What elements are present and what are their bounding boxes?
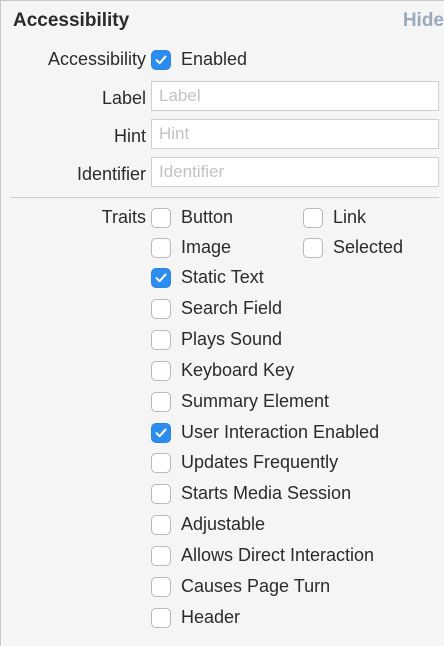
checkmark-icon <box>155 273 167 283</box>
trait-checkbox-link[interactable] <box>303 208 323 228</box>
trait-checkbox-button[interactable] <box>151 208 171 228</box>
hint-input[interactable] <box>151 119 439 149</box>
hint-field-label: Hint <box>113 126 146 146</box>
trait-checkbox-allows-direct-interaction[interactable] <box>151 546 171 566</box>
trait-label-starts-media-session: Starts Media Session <box>181 483 352 503</box>
checkmark-icon <box>155 428 167 438</box>
checkmark-icon <box>155 55 167 65</box>
accessibility-enabled-checkbox[interactable] <box>151 50 171 70</box>
traits-label: Traits <box>101 207 146 227</box>
trait-label-allows-direct-interaction: Allows Direct Interaction <box>181 545 375 565</box>
trait-checkbox-keyboard-key[interactable] <box>151 361 171 381</box>
identifier-field-label: Identifier <box>76 164 146 184</box>
accessibility-inspector-panel: Accessibility Hide Accessibility Enabled… <box>0 0 444 646</box>
trait-checkbox-search-field[interactable] <box>151 299 171 319</box>
trait-checkbox-summary-element[interactable] <box>151 392 171 412</box>
trait-label-adjustable: Adjustable <box>181 514 266 534</box>
trait-checkbox-plays-sound[interactable] <box>151 330 171 350</box>
trait-label-selected: Selected <box>333 237 404 257</box>
trait-checkbox-adjustable[interactable] <box>151 515 171 535</box>
trait-label-user-interaction-enabled: User Interaction Enabled <box>181 422 380 442</box>
trait-label-button: Button <box>181 207 234 227</box>
trait-label-search-field: Search Field <box>181 298 283 318</box>
trait-checkbox-causes-page-turn[interactable] <box>151 577 171 597</box>
section-title: Accessibility <box>13 10 130 31</box>
trait-checkbox-static-text[interactable] <box>151 268 171 288</box>
trait-label-keyboard-key: Keyboard Key <box>181 360 295 380</box>
trait-checkbox-selected[interactable] <box>303 238 323 258</box>
accessibility-enabled-label: Enabled <box>181 49 248 69</box>
trait-label-summary-element: Summary Element <box>181 391 330 411</box>
trait-label-updates-frequently: Updates Frequently <box>181 452 339 472</box>
trait-checkbox-header[interactable] <box>151 608 171 628</box>
trait-label-image: Image <box>181 237 232 257</box>
trait-label-causes-page-turn: Causes Page Turn <box>181 576 331 596</box>
hide-section-link[interactable]: Hide <box>403 10 444 32</box>
label-input[interactable] <box>151 81 439 111</box>
trait-checkbox-starts-media-session[interactable] <box>151 484 171 504</box>
trait-checkbox-image[interactable] <box>151 238 171 258</box>
trait-label-static-text: Static Text <box>181 267 264 287</box>
trait-checkbox-user-interaction-enabled[interactable] <box>151 423 171 443</box>
trait-label-link: Link <box>333 207 367 227</box>
section-divider <box>11 197 439 198</box>
label-field-label: Label <box>101 88 146 108</box>
identifier-input[interactable] <box>151 157 439 187</box>
trait-label-plays-sound: Plays Sound <box>181 329 283 349</box>
trait-checkbox-updates-frequently[interactable] <box>151 453 171 473</box>
accessibility-row-label: Accessibility <box>47 49 146 69</box>
trait-label-header: Header <box>181 607 241 627</box>
